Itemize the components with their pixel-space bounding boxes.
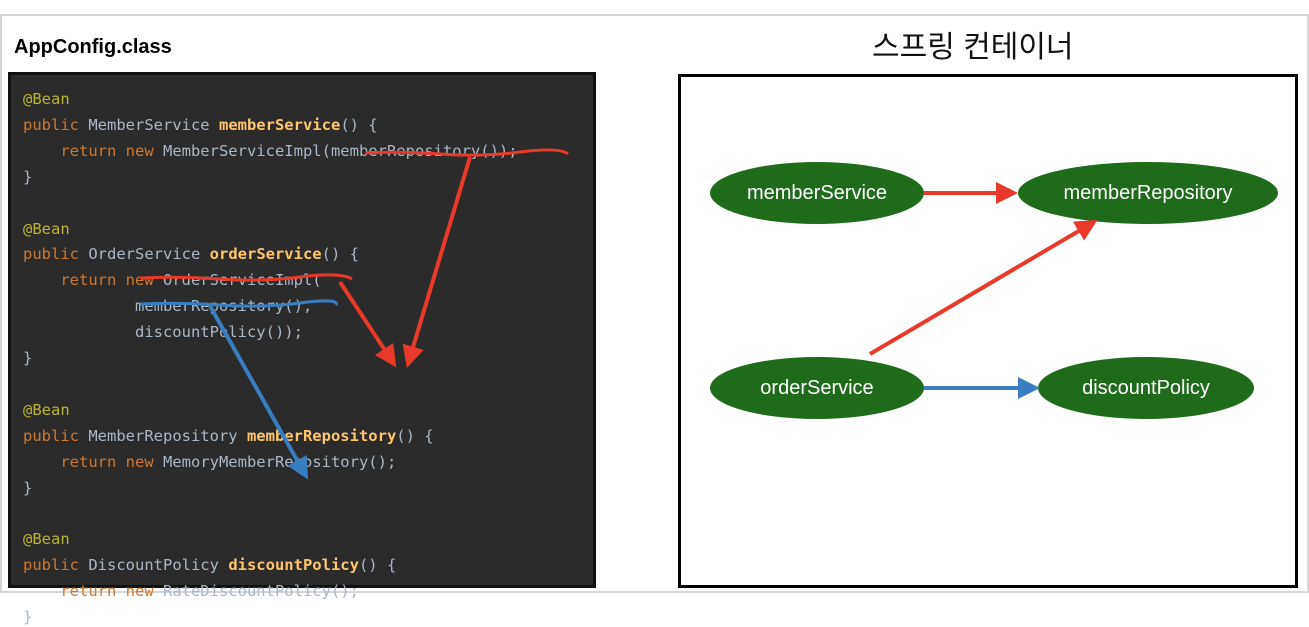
- underline-discount-policy-call: [139, 299, 338, 308]
- arrow-order-service-node-to-repository-node: [868, 219, 1098, 356]
- code-token: }: [23, 608, 33, 626]
- underline-member-repository-call-2: [139, 273, 353, 282]
- arrow-order-service-to-repository: [338, 280, 397, 368]
- arrow-order-service-to-discount: [208, 305, 308, 480]
- code-line: }: [23, 607, 32, 627]
- arrow-member-service-to-repository: [402, 156, 472, 368]
- arrow-overlay: [139, 148, 1098, 480]
- underline-member-repository-call-1: [365, 148, 569, 157]
